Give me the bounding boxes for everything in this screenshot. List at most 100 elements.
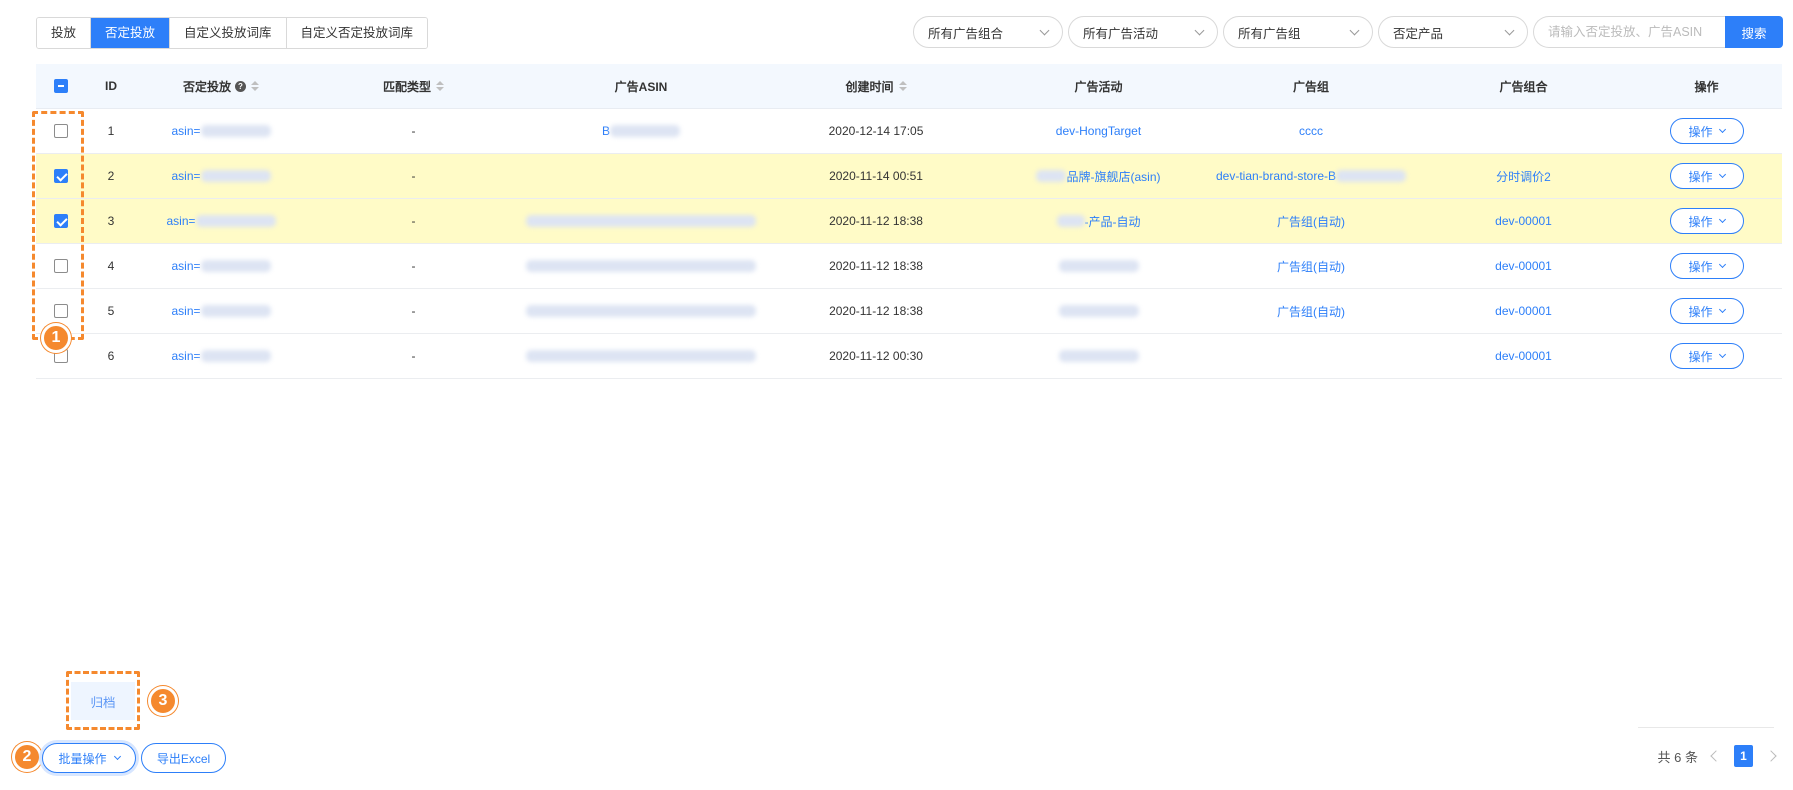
header-campaign: 广告活动 <box>1074 79 1123 94</box>
redacted-value <box>526 305 756 317</box>
filter-bar: 所有广告组合 所有广告活动 所有广告组 否定产品 搜索 <box>913 16 1783 48</box>
search-button[interactable]: 搜索 <box>1725 16 1783 48</box>
portfolio-select-label: 所有广告组合 <box>928 26 1004 41</box>
row-ad-asin[interactable] <box>521 334 761 378</box>
row-match-type: - <box>411 349 416 363</box>
row-portfolio[interactable]: 分时调价2 <box>1416 154 1631 198</box>
row-negative-target[interactable]: asin= <box>136 244 306 288</box>
row-campaign[interactable]: -产品-自动 <box>991 199 1206 243</box>
header-match-type[interactable]: 匹配类型 <box>306 64 521 108</box>
row-portfolio[interactable]: dev-00001 <box>1416 244 1631 288</box>
search-group: 搜索 <box>1533 16 1783 48</box>
sort-icon[interactable] <box>898 81 907 91</box>
row-action-button[interactable]: 操作 <box>1669 253 1744 279</box>
row-match-type: - <box>411 214 416 228</box>
redacted-value <box>1058 260 1139 272</box>
row-action-button[interactable]: 操作 <box>1669 163 1744 189</box>
row-ad-group[interactable]: 广告组(自动) <box>1206 244 1416 288</box>
table-row: 1 asin= - B 2020-12-14 17:05 dev-HongTar… <box>36 109 1782 154</box>
row-match-type: - <box>411 259 416 273</box>
redacted-value <box>195 215 276 227</box>
row-action-button[interactable]: 操作 <box>1669 208 1744 234</box>
row-id: 1 <box>107 124 115 138</box>
select-all-checkbox[interactable] <box>54 79 68 93</box>
row-portfolio[interactable]: dev-00001 <box>1416 199 1631 243</box>
tab-negative-targeting[interactable]: 否定投放 <box>91 18 171 48</box>
tab-custom-target-library[interactable]: 自定义投放词库 <box>170 18 287 48</box>
portfolio-select[interactable]: 所有广告组合 <box>913 16 1063 48</box>
header-ad-group: 广告组 <box>1292 79 1329 94</box>
redacted-value <box>1058 305 1139 317</box>
row-campaign[interactable] <box>991 244 1206 288</box>
row-campaign[interactable] <box>991 334 1206 378</box>
ad-group-select[interactable]: 所有广告组 <box>1223 16 1373 48</box>
row-action-button[interactable]: 操作 <box>1669 343 1744 369</box>
row-negative-target[interactable]: asin= <box>136 154 306 198</box>
header-action: 操作 <box>1694 79 1719 94</box>
pager-divider <box>1638 727 1774 728</box>
export-excel-button[interactable]: 导出Excel <box>141 743 226 773</box>
table-header: ID 否定投放 ? 匹配类型 广告ASIN 创建时间 广告活动 广告组 广告组合… <box>36 64 1782 109</box>
chevron-down-icon <box>1718 305 1726 314</box>
table-row: 6 asin= - 2020-11-12 00:30 dev-00001 操作 <box>36 334 1782 379</box>
help-icon[interactable]: ? <box>235 80 246 92</box>
row-negative-target[interactable]: asin= <box>136 334 306 378</box>
row-ad-group[interactable]: 广告组(自动) <box>1206 289 1416 333</box>
row-ad-asin[interactable] <box>521 199 761 243</box>
row-campaign[interactable] <box>991 289 1206 333</box>
batch-operation-button[interactable]: 批量操作 <box>42 743 136 773</box>
row-portfolio[interactable]: dev-00001 <box>1416 334 1631 378</box>
chevron-down-icon <box>1718 260 1726 269</box>
row-match-type: - <box>411 169 416 183</box>
row-id: 6 <box>107 349 115 363</box>
row-negative-target[interactable]: asin= <box>136 199 306 243</box>
row-created-time: 2020-12-14 17:05 <box>828 124 924 138</box>
row-created-time: 2020-11-12 00:30 <box>829 349 923 363</box>
row-ad-asin[interactable]: B <box>521 109 761 153</box>
row-ad-asin[interactable] <box>521 289 761 333</box>
header-match-type-label: 匹配类型 <box>382 79 431 94</box>
page-number-current[interactable]: 1 <box>1734 745 1753 767</box>
row-action-button[interactable]: 操作 <box>1669 118 1744 144</box>
row-id: 4 <box>107 259 115 273</box>
row-ad-asin[interactable] <box>521 244 761 288</box>
row-ad-group[interactable]: 广告组(自动) <box>1206 199 1416 243</box>
header-created-time[interactable]: 创建时间 <box>761 64 991 108</box>
sort-icon[interactable] <box>251 81 259 91</box>
sort-icon[interactable] <box>436 81 444 91</box>
row-ad-group[interactable]: cccc <box>1206 109 1416 153</box>
chevron-down-icon <box>1349 25 1360 35</box>
step-badge-1: 1 <box>41 323 71 353</box>
row-action-button[interactable]: 操作 <box>1669 298 1744 324</box>
tab-targeting[interactable]: 投放 <box>37 18 92 48</box>
redacted-value <box>1056 215 1085 227</box>
campaign-select[interactable]: 所有广告活动 <box>1068 16 1218 48</box>
chevron-down-icon <box>1504 25 1515 35</box>
row-negative-target[interactable]: asin= <box>136 289 306 333</box>
row-created-time: 2020-11-12 18:38 <box>829 214 923 228</box>
chevron-right-icon[interactable] <box>1765 750 1777 762</box>
pagination: 共 6 条 1 <box>1657 745 1777 767</box>
chevron-left-icon[interactable] <box>1710 750 1722 762</box>
search-input[interactable] <box>1533 16 1725 48</box>
redacted-value <box>200 260 271 272</box>
total-count: 共 6 条 <box>1657 749 1698 765</box>
chevron-down-icon <box>1718 170 1726 179</box>
chevron-down-icon <box>1718 350 1726 359</box>
row-ad-group[interactable] <box>1206 334 1416 378</box>
header-negative-target[interactable]: 否定投放 ? <box>136 64 306 108</box>
row-id: 2 <box>107 169 115 183</box>
row-portfolio[interactable] <box>1416 109 1631 153</box>
row-negative-target[interactable]: asin= <box>136 109 306 153</box>
chevron-down-icon <box>113 752 121 761</box>
row-campaign[interactable]: dev-HongTarget <box>991 109 1206 153</box>
tab-custom-negative-library[interactable]: 自定义否定投放词库 <box>286 18 428 48</box>
row-campaign[interactable]: 品牌-旗舰店(asin) <box>991 154 1206 198</box>
step-badge-3: 3 <box>148 686 178 716</box>
row-ad-group[interactable]: dev-tian-brand-store-B <box>1206 154 1416 198</box>
redacted-value <box>610 125 680 137</box>
redacted-value <box>526 350 756 362</box>
row-portfolio[interactable]: dev-00001 <box>1416 289 1631 333</box>
row-ad-asin[interactable] <box>521 154 761 198</box>
negative-product-select[interactable]: 否定产品 <box>1378 16 1528 48</box>
